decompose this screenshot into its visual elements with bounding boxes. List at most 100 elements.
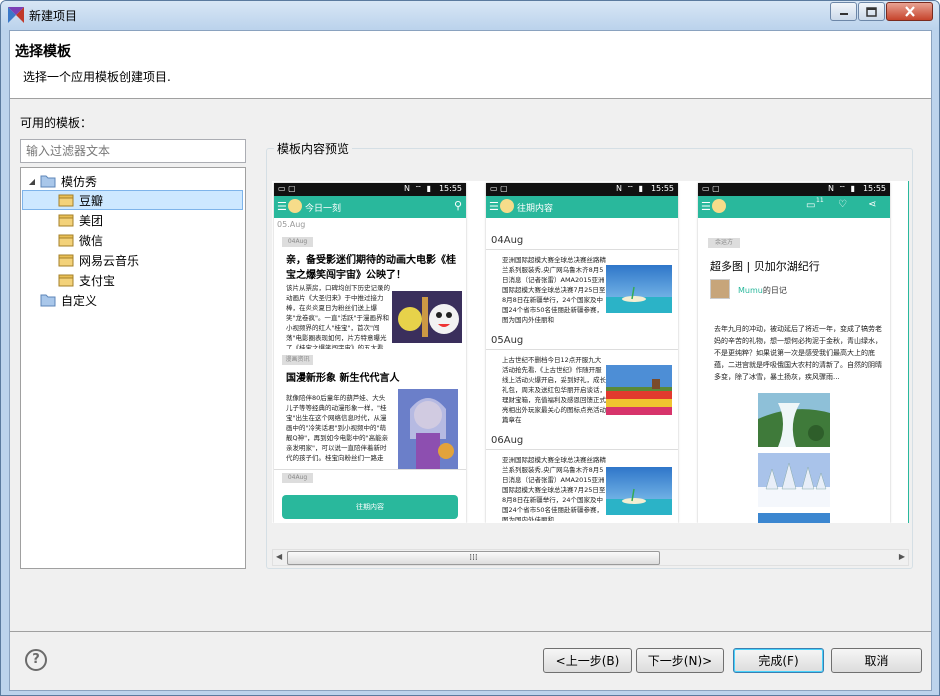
comment-count: 11: [816, 197, 824, 204]
app-logo-icon: [712, 199, 726, 213]
collapse-arrow-icon[interactable]: ◢: [24, 177, 40, 186]
entry-date: 05Aug: [491, 335, 524, 346]
divider: [274, 469, 466, 470]
author-avatar: [710, 279, 730, 299]
menu-icon: ☰: [701, 200, 711, 213]
next-button[interactable]: 下一步(N)>: [636, 648, 724, 673]
author-suffix: 的日记: [762, 286, 787, 295]
filter-input[interactable]: [20, 139, 246, 163]
notification-icon: ▭ ▢: [702, 184, 720, 193]
page-title: 选择模板: [15, 44, 71, 60]
back-button[interactable]: <上一步(B): [543, 648, 632, 673]
title-bar[interactable]: 新建项目: [1, 1, 939, 29]
article-tag: 04Aug: [282, 237, 313, 247]
package-icon: [58, 234, 74, 247]
tree-node-meituan[interactable]: 美团: [58, 210, 103, 230]
tree-label: 模仿秀: [61, 174, 98, 189]
article-headline: 亲，备受影迷们期待的动画大电影《桂宝之爆笑闯宇宙》公映了！: [286, 255, 456, 281]
tree-node-netease-music[interactable]: 网易云音乐: [58, 250, 139, 270]
status-bar: ▭ ▢ N ⌔ ▮ 15:55: [698, 183, 890, 196]
search-icon: ⚲: [453, 199, 462, 212]
article-text: 就像陪伴80后童年的葫芦娃、大头儿子等等经典的动漫形象一样，"桂宝"出生在这个网…: [286, 394, 389, 462]
tree-label: 微信: [79, 233, 104, 248]
scrollbar-thumb[interactable]: ⁞⁞⁞: [287, 551, 660, 565]
scroll-left-icon[interactable]: ◀: [276, 552, 282, 561]
entry-date: 04Aug: [491, 235, 524, 246]
tree-node-alipay[interactable]: 支付宝: [58, 270, 115, 290]
sky-image: [758, 513, 830, 523]
status-bar: ▭ ▢ N ⌔ ▮ 15:55: [486, 183, 678, 196]
anime-poster-image: [398, 389, 458, 469]
entry-date: 06Aug: [491, 435, 524, 446]
tree-label: 自定义: [61, 293, 98, 308]
past-content-button: 往期内容: [282, 495, 458, 519]
tree-node-douban[interactable]: 豆瓣: [22, 190, 243, 210]
signal-icons: N ⌔ ▮: [404, 184, 432, 193]
status-time: 15:55: [650, 184, 674, 193]
article-text: 该片从票房，口碑均创下历史记录的动画片《大圣归来》于中推过接力棒，在炎炎夏日为粉…: [286, 284, 390, 349]
wizard-header: 选择模板 选择一个应用模板创建项目.: [10, 31, 931, 99]
divider: [486, 249, 678, 250]
comment-icon: ▭: [806, 200, 816, 211]
help-icon[interactable]: ?: [25, 649, 47, 671]
maximize-button[interactable]: [858, 2, 885, 21]
tree-node-wechat[interactable]: 微信: [58, 230, 103, 250]
folder-icon: [40, 175, 56, 188]
status-bar: ▭ ▢ N ⌔ ▮ 15:55: [274, 183, 466, 196]
close-icon: [904, 6, 915, 17]
beach-image: [606, 467, 672, 515]
entry-text: 亚洲国际超模大赛全球总决赛丝路精兰系列服装秀,央广网乌鲁木齐8月5日消息（记者张…: [502, 456, 606, 521]
app-logo-icon: [500, 199, 514, 213]
entry-text: 亚洲国际超模大赛全球总决赛丝路精兰系列服装秀,央广网乌鲁木齐8月5日消息（记者张…: [502, 256, 606, 324]
close-button[interactable]: [886, 2, 933, 21]
favorite-icon: ♡: [838, 199, 847, 210]
package-icon: [58, 194, 74, 207]
app-bar: ☰ 今日一刻 ⚲: [274, 196, 466, 218]
preview-screenshot-daily: ▭ ▢ N ⌔ ▮ 15:55 ☰ 今日一刻 ⚲ 05.Aug 04Aug 亲，…: [274, 183, 466, 523]
movie-poster-image: [392, 291, 462, 343]
dialog-client: 选择模板 选择一个应用模板创建项目. 可用的模板： ◢ 模仿秀 豆瓣 美团 微: [9, 30, 932, 691]
status-time: 15:55: [438, 184, 462, 193]
entry-text: 上古世纪不删档今日12点开服九大活动抢先看,《上古世纪》作随开服线上活动火爆开启…: [502, 356, 606, 424]
preview-horizontal-scrollbar[interactable]: ◀ ⁞⁞⁞ ▶: [272, 549, 909, 566]
status-time: 15:55: [862, 184, 886, 193]
minimize-button[interactable]: [830, 2, 857, 21]
tree-node-mimic[interactable]: ◢ 模仿秀: [24, 171, 239, 191]
minimize-icon: [839, 12, 848, 15]
package-icon: [58, 214, 74, 227]
window-title: 新建项目: [29, 9, 78, 23]
snow-forest-image: [758, 453, 830, 507]
article-headline: 国漫新形象 新生代代言人: [286, 373, 400, 384]
notification-icon: ▭ ▢: [490, 184, 508, 193]
template-preview-area[interactable]: ▭ ▢ N ⌔ ▮ 15:55 ☰ 今日一刻 ⚲ 05.Aug 04Aug 亲，…: [272, 181, 909, 523]
article-headline: 超多图 | 贝加尔湖纪行: [710, 260, 820, 273]
tree-label: 支付宝: [79, 273, 116, 288]
divider: [486, 349, 678, 350]
menu-icon: ☰: [277, 200, 287, 213]
cancel-button[interactable]: 取消: [831, 648, 922, 673]
scroll-right-icon[interactable]: ▶: [899, 552, 905, 561]
app-bar-title: 今日一刻: [305, 204, 342, 214]
divider: [486, 449, 678, 450]
page-description: 选择一个应用模板创建项目.: [23, 70, 171, 84]
tree-label: 网易云音乐: [79, 253, 140, 268]
tree-label: 豆瓣: [79, 193, 104, 208]
tulip-field-image: [606, 365, 672, 415]
app-bar: ☰ ▭ 11 ♡ ⋖: [698, 196, 890, 218]
app-bar: ☰ 往期内容: [486, 196, 678, 218]
tree-node-custom[interactable]: 自定义: [40, 290, 97, 310]
app-logo-icon: [8, 7, 24, 23]
signal-icons: N ⌔ ▮: [616, 184, 644, 193]
waterfall-image: [758, 393, 830, 447]
app-bar-title: 往期内容: [517, 204, 554, 214]
folder-icon: [40, 294, 56, 307]
finish-button[interactable]: 完成(F): [733, 648, 824, 673]
new-project-window: 新建项目 选择模板 选择一个应用模板创建项目. 可用的模板： ◢ 模仿秀: [0, 0, 940, 696]
template-tree[interactable]: ◢ 模仿秀 豆瓣 美团 微信 网易云音乐 支付宝 自定义: [20, 167, 246, 569]
tree-label: 美团: [79, 213, 104, 228]
author-name: Mumu: [738, 286, 763, 295]
preview-legend: 模板内容预览: [274, 140, 353, 157]
package-icon: [58, 274, 74, 287]
author-line: Mumu的日记: [738, 285, 787, 296]
signal-icons: N ⌔ ▮: [828, 184, 856, 193]
